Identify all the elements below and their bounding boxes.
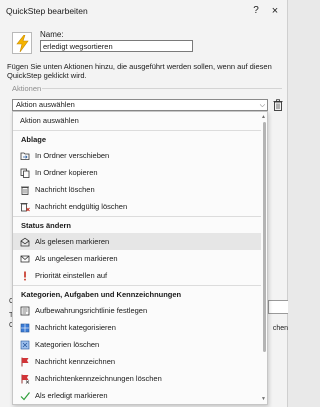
dropdown-option-hovered[interactable]: Als gelesen markieren [13,233,261,250]
closed-envelope-icon [20,255,30,263]
chevron-down-icon: ⌵ [259,102,265,109]
move-to-folder-icon [20,152,30,160]
retention-policy-icon [20,306,30,316]
copy-to-folder-icon [20,168,30,178]
dropdown-option[interactable]: Nachricht kategorisieren [13,319,261,336]
close-button[interactable]: × [268,3,282,19]
obscured-field [268,300,288,314]
name-label: Name: [40,30,64,39]
open-envelope-icon [20,237,30,247]
dropdown-option[interactable]: Nachricht endgültig löschen [13,198,261,215]
dropdown-option[interactable]: Nachrichtenkennzeichnungen löschen [13,370,261,387]
clear-categories-icon [20,340,30,350]
quickstep-icon-button[interactable] [12,32,32,54]
section-divider [42,88,282,89]
exclamation-icon [24,271,26,281]
action-dropdown-list: Aktion auswählen Ablage In Ordner versch… [12,111,268,405]
lightning-bolt-icon [16,35,29,52]
action-select[interactable]: Aktion auswählen ⌵ [12,99,268,111]
group-header: Ablage [13,130,261,147]
help-button[interactable]: ? [249,3,263,19]
obscured-button[interactable]: chen [269,322,288,336]
checkmark-icon [20,392,30,401]
group-header: Kategorien, Aufgaben und Kennzeichnungen [13,285,261,302]
dropdown-option[interactable]: Aufbewahrungsrichtlinie festlegen [13,302,261,319]
trash-icon[interactable] [273,99,283,111]
group-header: Status ändern [13,216,261,233]
quickstep-dialog: QuickStep bearbeiten ? × Name: Fügen Sie… [0,0,288,407]
permanent-delete-icon [20,203,30,212]
window-title: QuickStep bearbeiten [6,6,88,16]
name-input[interactable] [40,40,193,52]
action-select-value: Aktion auswählen [16,100,75,109]
scrollbar-thumb[interactable] [263,122,266,352]
dropdown-option[interactable]: Nachricht löschen [13,181,261,198]
dropdown-option[interactable]: Aktion auswählen [13,112,261,129]
dropdown-option[interactable]: Priorität einstellen auf [13,267,261,284]
instructions-text: Fügen Sie unten Aktionen hinzu, die ausg… [7,62,272,80]
dropdown-option[interactable]: Als ungelesen markieren [13,250,261,267]
dropdown-option[interactable]: Kategorien löschen [13,336,261,353]
categorize-icon [20,323,30,333]
delete-icon [21,186,29,195]
dropdown-option[interactable]: In Ordner verschieben [13,147,261,164]
scroll-up-arrow[interactable]: ▲ [261,114,266,120]
clear-flag-icon [21,374,30,384]
dropdown-option[interactable]: Nachricht kennzeichnen [13,353,261,370]
title-bar: QuickStep bearbeiten ? × [0,0,288,22]
dropdown-option[interactable]: Als erledigt markieren [13,387,261,404]
scroll-down-arrow[interactable]: ▼ [261,396,266,402]
dropdown-option[interactable]: In Ordner kopieren [13,164,261,181]
actions-section-label: Aktionen [12,84,42,93]
flag-icon [21,357,29,367]
